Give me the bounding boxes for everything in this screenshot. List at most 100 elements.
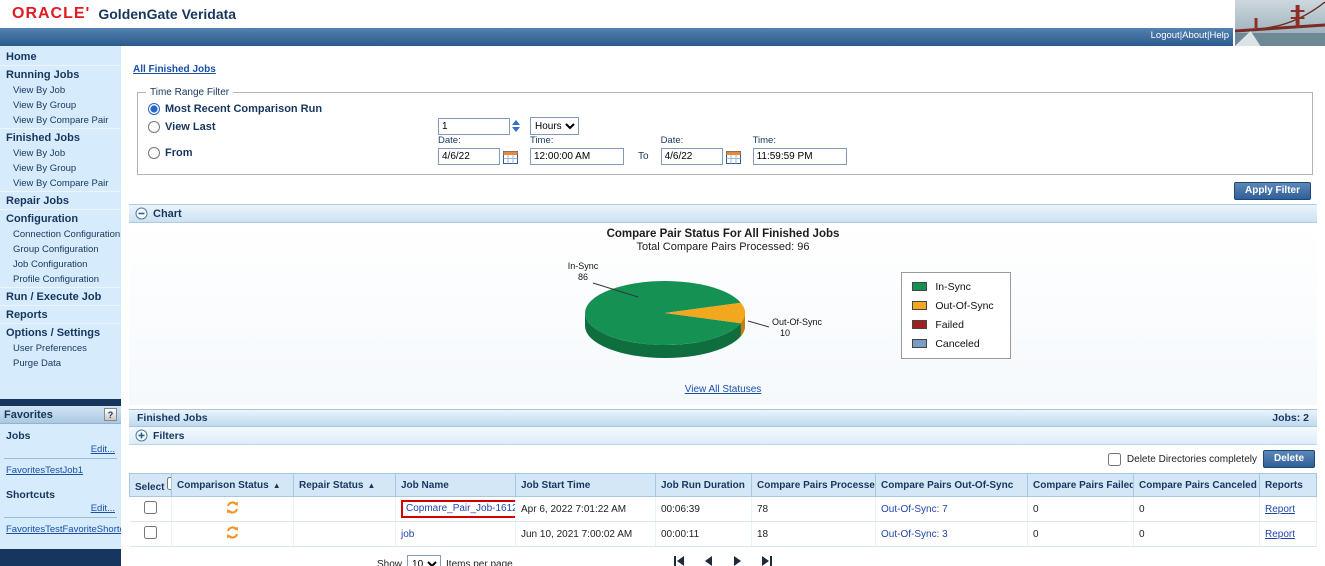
chart-legend: In-Sync Out-Of-Sync Failed Canceled xyxy=(901,272,1010,359)
pairs-processed-cell: 78 xyxy=(752,497,876,522)
col-repair-status[interactable]: Repair Status▲ xyxy=(294,474,396,497)
chart-area: Compare Pair Status For All Finished Job… xyxy=(129,223,1317,405)
report-link[interactable]: Report xyxy=(1265,529,1295,540)
favorites-shortcuts-label: Shortcuts xyxy=(4,486,117,501)
sidebar-item-repair-jobs[interactable]: Repair Jobs xyxy=(0,191,121,209)
apply-filter-button[interactable]: Apply Filter xyxy=(1234,182,1311,200)
sidebar-item-reports[interactable]: Reports xyxy=(0,305,121,323)
sidebar-item-group-configuration[interactable]: Group Configuration xyxy=(0,242,121,257)
sidebar-item-run-execute-job[interactable]: Run / Execute Job xyxy=(0,287,121,305)
out-of-sync-link[interactable]: Out-Of-Sync: 7 xyxy=(881,504,948,515)
sidebar-item-home[interactable]: Home xyxy=(0,48,121,65)
legend-label-failed: Failed xyxy=(935,319,964,331)
next-page-icon[interactable] xyxy=(731,555,744,566)
favorites-jobs-edit-link[interactable]: Edit... xyxy=(4,442,117,459)
help-link[interactable]: Help xyxy=(1209,30,1229,41)
out-of-sync-link[interactable]: Out-Of-Sync: 3 xyxy=(881,529,948,540)
view-last-input[interactable] xyxy=(438,118,510,135)
page-size-select[interactable]: 10 xyxy=(407,555,441,566)
previous-page-icon[interactable] xyxy=(702,555,715,566)
to-label: To xyxy=(638,151,649,162)
sidebar-item-running-jobs[interactable]: Running Jobs xyxy=(0,65,121,83)
about-link[interactable]: About xyxy=(1182,30,1207,41)
pie-label-in-sync: In-Sync xyxy=(568,261,599,271)
to-date-input[interactable] xyxy=(661,148,723,165)
from-calendar-icon[interactable] xyxy=(503,150,518,164)
favorites-job-item[interactable]: FavoritesTestJob1 xyxy=(4,459,117,480)
logout-link[interactable]: Logout xyxy=(1151,30,1180,41)
out-of-sync-status-icon xyxy=(225,500,240,515)
view-all-statuses-link[interactable]: View All Statuses xyxy=(685,384,762,395)
main-content: All Finished Jobs Time Range Filter Most… xyxy=(121,46,1325,566)
annotation-highlight: Copmare_Pair_Job-1612 xyxy=(401,500,516,518)
favorites-help-icon[interactable]: ? xyxy=(104,408,117,421)
most-recent-label: Most Recent Comparison Run xyxy=(165,103,322,115)
sidebar-item-finished-view-by-job[interactable]: View By Job xyxy=(0,146,121,161)
delete-directories-label: Delete Directories completely xyxy=(1127,454,1257,465)
spinner-down-icon[interactable] xyxy=(512,127,520,132)
to-calendar-icon[interactable] xyxy=(726,150,741,164)
finished-jobs-table: Select Comparison Status▲ Repair Status▲… xyxy=(129,473,1317,547)
col-job-name: Job Name xyxy=(396,474,516,497)
pairs-processed-cell: 18 xyxy=(752,522,876,547)
repair-status-cell xyxy=(294,497,396,522)
pie-value-out-of-sync: 10 xyxy=(780,328,790,338)
collapse-chart-icon[interactable] xyxy=(135,207,148,220)
most-recent-radio[interactable] xyxy=(148,103,160,115)
sidebar-item-configuration[interactable]: Configuration xyxy=(0,209,121,227)
first-page-icon[interactable] xyxy=(673,555,686,566)
from-date-input[interactable] xyxy=(438,148,500,165)
last-page-icon[interactable] xyxy=(760,555,773,566)
show-label: Show xyxy=(377,559,402,566)
sidebar-item-running-view-by-compare-pair[interactable]: View By Compare Pair xyxy=(0,113,121,128)
favorites-shortcuts-edit-link[interactable]: Edit... xyxy=(4,501,117,518)
sidebar-item-profile-configuration[interactable]: Profile Configuration xyxy=(0,272,121,287)
delete-button-top[interactable]: Delete xyxy=(1263,450,1315,468)
spinner-up-icon[interactable] xyxy=(512,120,520,125)
view-last-radio[interactable] xyxy=(148,121,160,133)
to-time-input[interactable] xyxy=(753,148,847,165)
from-radio[interactable] xyxy=(148,147,160,159)
sort-asc-icon: ▲ xyxy=(367,481,375,490)
view-last-unit-select[interactable]: Hours xyxy=(530,117,579,135)
app-header: ORACLE' GoldenGate Veridata xyxy=(0,0,1325,28)
pie-value-in-sync: 86 xyxy=(578,272,588,282)
filters-label: Filters xyxy=(153,430,185,442)
col-compare-pairs-failed: Compare Pairs Failed xyxy=(1028,474,1134,497)
sidebar-item-options-settings[interactable]: Options / Settings xyxy=(0,323,121,341)
time-range-filter: Time Range Filter Most Recent Comparison… xyxy=(137,87,1313,175)
sidebar: Home Running Jobs View By Job View By Gr… xyxy=(0,46,121,566)
job-name-link[interactable]: job xyxy=(401,529,414,540)
row-select-checkbox[interactable] xyxy=(144,526,157,539)
items-per-page-label: Items per page xyxy=(446,559,513,566)
job-name-link[interactable]: Copmare_Pair_Job-1612 xyxy=(406,503,516,514)
view-last-label: View Last xyxy=(165,121,216,133)
sidebar-item-finished-view-by-compare-pair[interactable]: View By Compare Pair xyxy=(0,176,121,191)
chart-section-title: Chart xyxy=(153,208,182,220)
sort-asc-icon: ▲ xyxy=(273,481,281,490)
view-last-spinner[interactable] xyxy=(512,120,520,132)
breadcrumb-all-finished-jobs[interactable]: All Finished Jobs xyxy=(133,64,216,75)
top-nav-bar: Logout|About|Help xyxy=(0,28,1325,46)
expand-filters-icon[interactable] xyxy=(135,429,148,442)
row-select-checkbox[interactable] xyxy=(144,501,157,514)
job-run-duration-cell: 00:06:39 xyxy=(656,497,752,522)
favorites-shortcut-item[interactable]: FavoritesTestFavoriteShortcut xyxy=(4,518,117,539)
chart-subtitle: Total Compare Pairs Processed: 96 xyxy=(129,241,1317,253)
col-comparison-status[interactable]: Comparison Status▲ xyxy=(172,474,294,497)
sidebar-item-finished-jobs[interactable]: Finished Jobs xyxy=(0,128,121,146)
report-link[interactable]: Report xyxy=(1265,504,1295,515)
favorites-jobs-label: Jobs xyxy=(4,427,117,442)
sidebar-item-job-configuration[interactable]: Job Configuration xyxy=(0,257,121,272)
delete-directories-checkbox[interactable] xyxy=(1108,453,1121,466)
sidebar-item-finished-view-by-group[interactable]: View By Group xyxy=(0,161,121,176)
sidebar-item-user-preferences[interactable]: User Preferences xyxy=(0,341,121,356)
sidebar-item-running-view-by-job[interactable]: View By Job xyxy=(0,83,121,98)
sidebar-item-running-view-by-group[interactable]: View By Group xyxy=(0,98,121,113)
legend-label-in-sync: In-Sync xyxy=(935,281,971,293)
sidebar-item-purge-data[interactable]: Purge Data xyxy=(0,356,121,371)
legend-swatch-out-of-sync xyxy=(912,301,927,310)
select-all-checkbox[interactable] xyxy=(167,477,171,490)
from-time-input[interactable] xyxy=(530,148,624,165)
sidebar-item-connection-configuration[interactable]: Connection Configuration xyxy=(0,227,121,242)
